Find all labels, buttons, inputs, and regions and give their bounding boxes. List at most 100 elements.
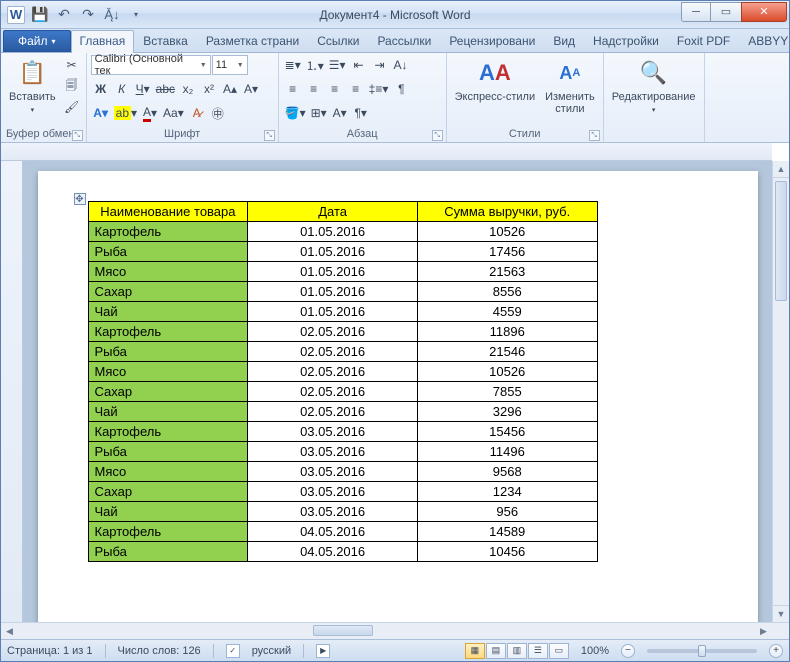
table-header[interactable]: Сумма выручки, руб.	[417, 202, 597, 222]
table-row[interactable]: Рыба04.05.201610456	[88, 542, 597, 562]
table-cell[interactable]: 11496	[417, 442, 597, 462]
superscript-button[interactable]: x²	[199, 79, 219, 99]
strike-button[interactable]: abc	[154, 79, 177, 99]
table-row[interactable]: Картофель04.05.201614589	[88, 522, 597, 542]
bullets-button[interactable]: ≣▾	[283, 55, 303, 75]
table-row[interactable]: Мясо03.05.20169568	[88, 462, 597, 482]
clipboard-launcher[interactable]: ⤡	[72, 130, 83, 141]
table-cell[interactable]: Мясо	[88, 462, 248, 482]
paragraph-launcher[interactable]: ⤡	[432, 130, 443, 141]
scroll-thumb[interactable]	[775, 181, 787, 301]
table-cell[interactable]: 10526	[417, 222, 597, 242]
sort-button[interactable]: A↓	[391, 55, 411, 75]
scroll-left-icon[interactable]: ◀	[1, 623, 18, 639]
status-language[interactable]: русский	[252, 645, 291, 657]
horizontal-ruler[interactable]	[1, 143, 772, 161]
vertical-scrollbar[interactable]: ▲ ▼	[772, 161, 789, 622]
table-cell[interactable]: 1234	[417, 482, 597, 502]
paste-button[interactable]: 📋 Вставить▾	[5, 55, 60, 117]
table-cell[interactable]: Сахар	[88, 482, 248, 502]
table-cell[interactable]: 4559	[417, 302, 597, 322]
table-cell[interactable]: Чай	[88, 302, 248, 322]
table-cell[interactable]: 10456	[417, 542, 597, 562]
line-spacing-button[interactable]: ‡≡▾	[367, 79, 391, 99]
vertical-ruler[interactable]	[1, 161, 23, 622]
table-row[interactable]: Сахар02.05.20167855	[88, 382, 597, 402]
table-cell[interactable]: Чай	[88, 402, 248, 422]
table-cell[interactable]: Сахар	[88, 282, 248, 302]
table-cell[interactable]: 21546	[417, 342, 597, 362]
table-cell[interactable]: 01.05.2016	[248, 222, 418, 242]
table-row[interactable]: Мясо01.05.201621563	[88, 262, 597, 282]
table-cell[interactable]: 02.05.2016	[248, 402, 418, 422]
undo-button[interactable]: ↶	[53, 4, 75, 26]
enclose-char-button[interactable]: ㊥	[208, 103, 228, 123]
table-cell[interactable]: Рыба	[88, 242, 248, 262]
close-button[interactable]: ✕	[741, 2, 787, 22]
table-cell[interactable]: 01.05.2016	[248, 282, 418, 302]
outline-view[interactable]: ☰	[528, 643, 548, 659]
align-right-button[interactable]: ≡	[325, 79, 345, 99]
table-cell[interactable]: 04.05.2016	[248, 522, 418, 542]
asian-layout-button[interactable]: A▾	[330, 103, 350, 123]
tab-вставка[interactable]: Вставка	[134, 30, 197, 52]
zoom-slider-handle[interactable]	[698, 645, 706, 657]
minimize-button[interactable]: ─	[681, 2, 711, 22]
align-center-button[interactable]: ≡	[304, 79, 324, 99]
table-cell[interactable]: 02.05.2016	[248, 322, 418, 342]
table-cell[interactable]: 3296	[417, 402, 597, 422]
font-size-combo[interactable]: 11▼	[212, 55, 248, 75]
table-cell[interactable]: 17456	[417, 242, 597, 262]
show-marks-button[interactable]: ¶	[391, 79, 411, 99]
justify-button[interactable]: ≡	[346, 79, 366, 99]
table-cell[interactable]: Мясо	[88, 362, 248, 382]
file-tab[interactable]: Файл▾	[3, 30, 71, 52]
table-cell[interactable]: Рыба	[88, 542, 248, 562]
table-row[interactable]: Рыба03.05.201611496	[88, 442, 597, 462]
numbering-button[interactable]: ⒈▾	[304, 55, 326, 75]
table-header[interactable]: Наименование товара	[88, 202, 248, 222]
copy-button[interactable]: 🗐	[62, 76, 82, 96]
table-row[interactable]: Чай02.05.20163296	[88, 402, 597, 422]
table-row[interactable]: Рыба02.05.201621546	[88, 342, 597, 362]
tab-рассылки[interactable]: Рассылки	[368, 30, 440, 52]
paragraph-marks-button[interactable]: ¶▾	[351, 103, 371, 123]
qat-more[interactable]: ▾	[125, 4, 147, 26]
table-cell[interactable]: 03.05.2016	[248, 482, 418, 502]
table-cell[interactable]: 9568	[417, 462, 597, 482]
table-cell[interactable]: 956	[417, 502, 597, 522]
table-cell[interactable]: 01.05.2016	[248, 242, 418, 262]
borders-button[interactable]: ⊞▾	[309, 103, 329, 123]
table-row[interactable]: Картофель01.05.201610526	[88, 222, 597, 242]
document-table[interactable]: Наименование товараДатаСумма выручки, ру…	[88, 201, 598, 562]
zoom-in-button[interactable]: +	[769, 644, 783, 658]
web-view[interactable]: ▥	[507, 643, 527, 659]
table-cell[interactable]: 15456	[417, 422, 597, 442]
app-icon[interactable]: W	[5, 4, 27, 26]
table-header[interactable]: Дата	[248, 202, 418, 222]
table-cell[interactable]: Картофель	[88, 322, 248, 342]
table-cell[interactable]: 02.05.2016	[248, 362, 418, 382]
tab-главная[interactable]: Главная	[71, 30, 135, 53]
save-button[interactable]: 💾	[29, 4, 51, 26]
table-cell[interactable]: 11896	[417, 322, 597, 342]
table-cell[interactable]: Картофель	[88, 222, 248, 242]
cut-button[interactable]: ✂	[62, 55, 82, 75]
table-row[interactable]: Сахар01.05.20168556	[88, 282, 597, 302]
tab-рецензировани[interactable]: Рецензировани	[440, 30, 544, 52]
status-page[interactable]: Страница: 1 из 1	[7, 645, 93, 657]
tab-ссылки[interactable]: Ссылки	[308, 30, 368, 52]
hscroll-thumb[interactable]	[313, 625, 373, 636]
change-styles-button[interactable]: AA Изменить стили	[541, 55, 599, 117]
redo-button[interactable]: ↷	[77, 4, 99, 26]
font-launcher[interactable]: ⤡	[264, 130, 275, 141]
tab-надстройки[interactable]: Надстройки	[584, 30, 668, 52]
zoom-out-button[interactable]: −	[621, 644, 635, 658]
tab-abbyy-pdf-trans[interactable]: ABBYY PDF Trans	[739, 30, 790, 52]
grow-font-button[interactable]: A▴	[220, 79, 240, 99]
table-cell[interactable]: Картофель	[88, 522, 248, 542]
document-page[interactable]: ✥ Наименование товараДатаСумма выручки, …	[38, 171, 758, 622]
status-words[interactable]: Число слов: 126	[118, 645, 201, 657]
zoom-slider[interactable]	[647, 649, 757, 653]
draft-view[interactable]: ▭	[549, 643, 569, 659]
